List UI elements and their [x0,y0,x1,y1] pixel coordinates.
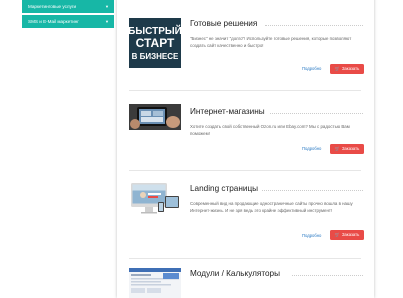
title-divider [262,190,363,191]
more-link[interactable]: Подробно [302,233,321,238]
card-title: Landing страницы [190,184,259,193]
order-button-label: Заказать [341,146,360,151]
tablet-shopping-image [129,104,181,130]
order-button-label: Заказать [341,232,360,237]
cart-icon: 🛒 [334,232,340,237]
sidebar-item-marketing[interactable]: Маркетинговые услуги ▼ [22,0,114,13]
services-panel: БЫСТРЫЙ СТАРТ В БИЗНЕСЕ Готовые решения … [117,0,374,298]
card-title: Модули / Калькуляторы [190,269,280,278]
svg-text:СТАРТ: СТАРТ [136,36,175,50]
service-card-online-stores: Интернет-магазины Хотите создать свой со… [129,104,367,164]
card-separator [129,258,361,259]
card-separator [129,90,361,91]
landing-screen-image [129,182,181,220]
more-link[interactable]: Подробно [302,146,321,151]
card-description: Хотите создать свой собственный Ozon.ru … [190,124,350,136]
service-thumbnail: БЫСТРЫЙ СТАРТ В БИЗНЕСЕ [129,18,181,68]
service-thumbnail [129,104,181,130]
card-description: "Бизнес" не значит "долго"! Используйте … [190,36,352,48]
title-divider [292,275,363,276]
sidebar-item-label: SMS и E-Mail маркетинг [28,19,79,24]
sidebar-item-sms-email[interactable]: SMS и E-Mail маркетинг ▼ [22,15,114,28]
cart-icon: 🛒 [334,66,340,71]
more-link[interactable]: Подробно [302,66,321,71]
order-button[interactable]: 🛒 Заказать [330,144,364,154]
card-description: Современный вид на продающие одностранич… [190,201,353,213]
service-card-ready-solutions: БЫСТРЫЙ СТАРТ В БИЗНЕСЕ Готовые решения … [129,18,367,88]
svg-text:В БИЗНЕСЕ: В БИЗНЕСЕ [132,52,179,61]
service-thumbnail [129,182,181,220]
title-divider [270,113,363,114]
card-separator [129,170,361,171]
chevron-down-icon: ▼ [105,19,109,24]
sidebar-item-label: Маркетинговые услуги [28,4,77,9]
service-card-landing-pages: Landing страницы Современный вид на прод… [129,182,367,242]
chevron-down-icon: ▼ [105,4,109,9]
title-divider [265,25,363,26]
order-button[interactable]: 🛒 Заказать [330,230,364,240]
cart-icon: 🛒 [334,146,340,151]
card-title: Интернет-магазины [190,107,265,116]
fast-start-logo: БЫСТРЫЙ СТАРТ В БИЗНЕСЕ [129,18,181,68]
order-button[interactable]: 🛒 Заказать [330,64,364,74]
order-button-label: Заказать [341,66,360,71]
card-title: Готовые решения [190,19,258,28]
